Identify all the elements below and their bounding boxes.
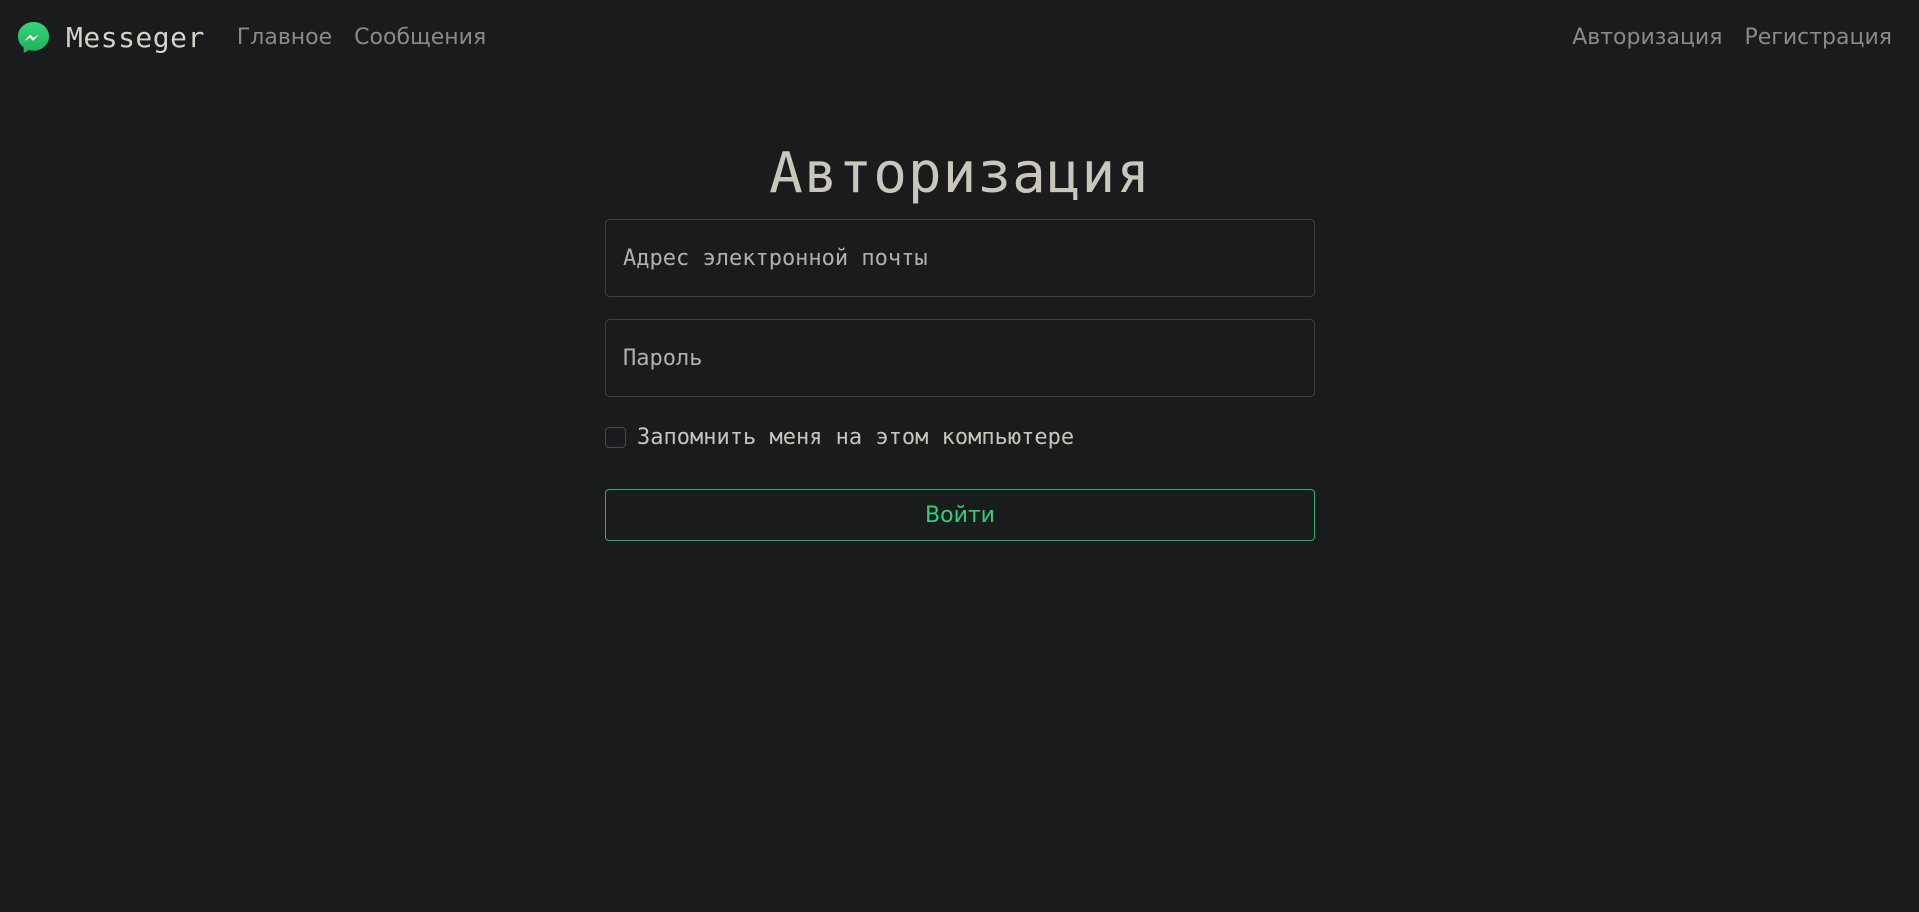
remember-me-checkbox[interactable] bbox=[605, 426, 626, 448]
navbar-left: Messeger Главное Сообщения bbox=[16, 20, 508, 55]
remember-me-label[interactable]: Запомнить меня на этом компьютере bbox=[637, 425, 1074, 450]
brand-name: Messeger bbox=[66, 20, 205, 54]
password-field[interactable] bbox=[605, 319, 1315, 397]
page-title: Авторизация bbox=[769, 141, 1151, 206]
top-navbar: Messeger Главное Сообщения Авторизация Р… bbox=[0, 0, 1919, 74]
email-field[interactable] bbox=[605, 219, 1315, 297]
login-button[interactable]: Войти bbox=[605, 489, 1315, 541]
brand-link[interactable]: Messeger bbox=[16, 20, 205, 55]
remember-me-row: Запомнить меня на этом компьютере bbox=[605, 423, 1315, 451]
navbar-right: Авторизация Регистрация bbox=[1572, 25, 1892, 50]
login-form: Авторизация Запомнить меня на этом компь… bbox=[605, 138, 1315, 541]
nav-link-messages[interactable]: Сообщения bbox=[354, 25, 486, 50]
messenger-icon bbox=[16, 20, 51, 55]
nav-link-home[interactable]: Главное bbox=[237, 25, 332, 50]
nav-link-register[interactable]: Регистрация bbox=[1744, 25, 1892, 50]
nav-link-login[interactable]: Авторизация bbox=[1572, 25, 1722, 50]
